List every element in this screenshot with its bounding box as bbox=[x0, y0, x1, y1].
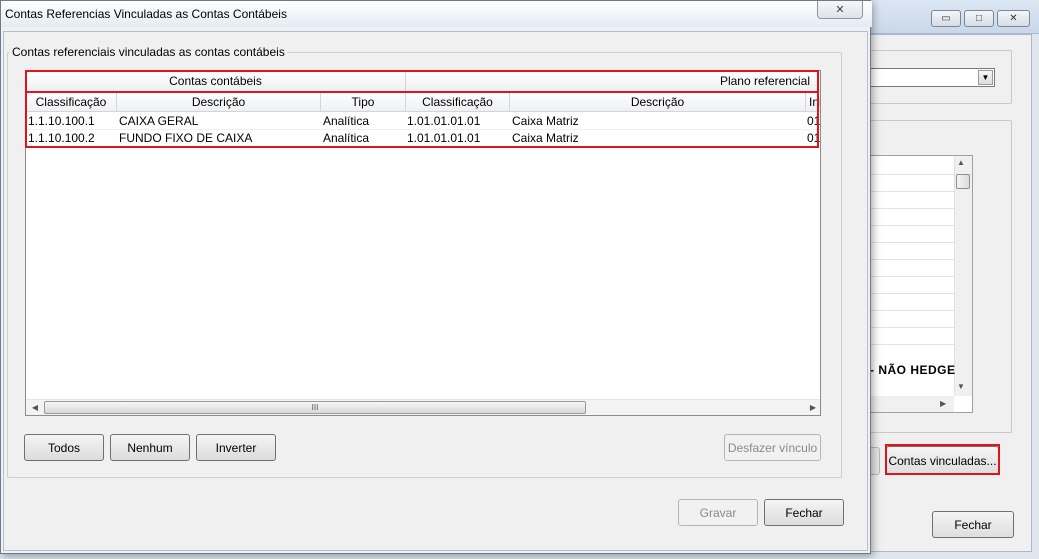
desfazer-vinculo-button[interactable]: Desfazer vínculo bbox=[724, 434, 821, 461]
highlight-outline bbox=[885, 444, 1000, 475]
scrollbar-thumb[interactable]: III bbox=[44, 401, 586, 414]
window-close-icon[interactable]: ✕ bbox=[997, 10, 1030, 27]
grid-line bbox=[866, 310, 954, 311]
scrollbar-thumb[interactable] bbox=[956, 174, 970, 189]
highlight-divider bbox=[27, 91, 817, 93]
grid-line bbox=[866, 293, 954, 294]
highlight-outline bbox=[25, 70, 819, 148]
grid-line bbox=[866, 191, 954, 192]
scroll-right-icon[interactable]: ▶ bbox=[807, 401, 819, 413]
grid-line bbox=[866, 208, 954, 209]
scroll-up-icon[interactable]: ▲ bbox=[957, 158, 965, 167]
chevron-down-icon[interactable]: ▼ bbox=[978, 70, 993, 85]
maximize-icon[interactable]: □ bbox=[964, 10, 994, 27]
scroll-left-icon[interactable]: ◀ bbox=[29, 401, 41, 413]
scroll-right-icon[interactable]: ▶ bbox=[940, 399, 946, 408]
close-icon[interactable]: ✕ bbox=[817, 1, 863, 19]
fechar-button[interactable]: Fechar bbox=[764, 499, 844, 526]
background-combo[interactable] bbox=[865, 68, 995, 87]
background-vertical-scrollbar[interactable] bbox=[954, 156, 972, 396]
scroll-down-icon[interactable]: ▼ bbox=[957, 382, 965, 391]
gravar-button[interactable]: Gravar bbox=[678, 499, 758, 526]
grid-line bbox=[866, 276, 954, 277]
grid-line bbox=[866, 242, 954, 243]
inverter-button[interactable]: Inverter bbox=[196, 434, 276, 461]
nenhum-button[interactable]: Nenhum bbox=[110, 434, 190, 461]
grid-line bbox=[866, 225, 954, 226]
dialog-title: Contas Referencias Vinculadas as Contas … bbox=[5, 7, 287, 21]
background-grid-text: - NÃO HEDGE bbox=[870, 363, 956, 377]
background-fechar-button[interactable]: Fechar bbox=[932, 511, 1014, 538]
grid-line bbox=[866, 344, 954, 345]
linked-accounts-dialog: Contas Referencias Vinculadas as Contas … bbox=[0, 0, 872, 554]
minimize-icon[interactable]: ▭ bbox=[931, 10, 961, 27]
grid-line bbox=[866, 327, 954, 328]
grid-line bbox=[866, 174, 954, 175]
todos-button[interactable]: Todos bbox=[24, 434, 104, 461]
group-box-label: Contas referenciais vinculadas as contas… bbox=[10, 45, 287, 59]
grid-line bbox=[866, 259, 954, 260]
